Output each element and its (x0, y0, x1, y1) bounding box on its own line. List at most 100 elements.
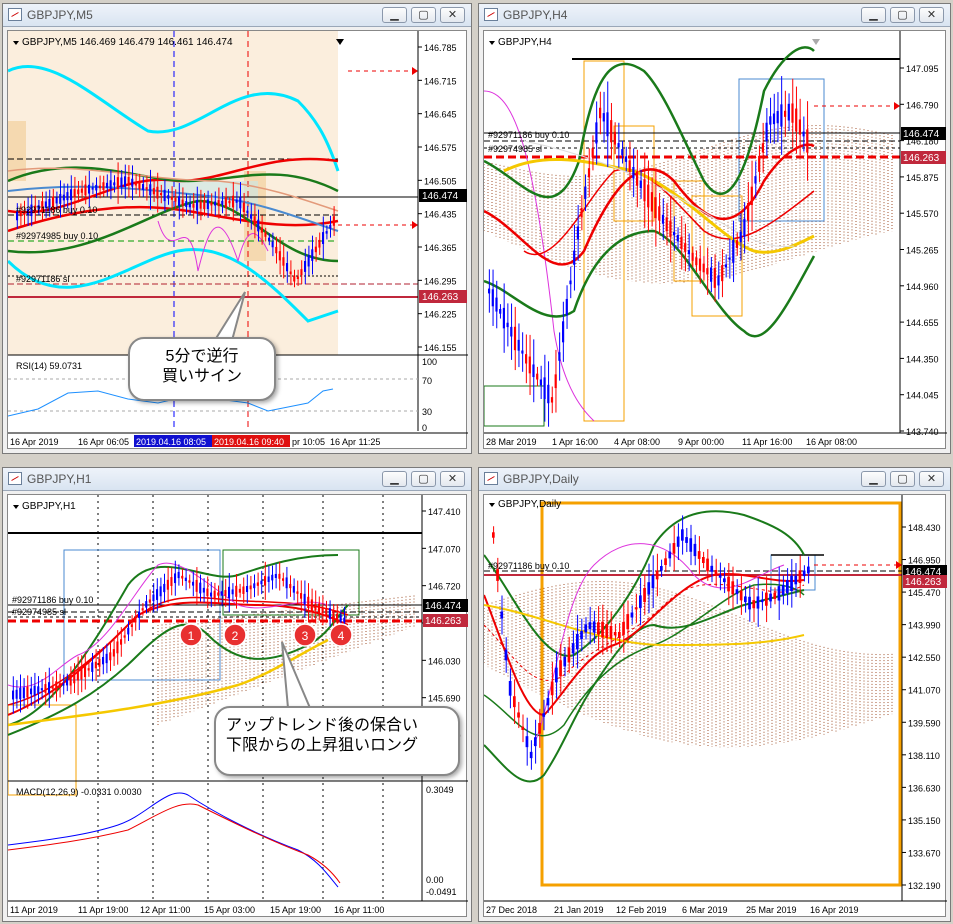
window-h1[interactable]: GBPJPY,H1 ▁ ▢ ✕ 1 2 3 4 147.410 147.070 … (2, 467, 472, 922)
price-tick-label: 136.630 (908, 783, 941, 793)
candle-body (714, 569, 718, 576)
time-label-2: 21 Jan 2019 (554, 905, 604, 915)
close-button[interactable]: ✕ (919, 471, 944, 487)
time-label-6: 16 Apr 2019 (810, 905, 859, 915)
candle-body (624, 156, 628, 162)
candle-body (613, 131, 616, 145)
candle-body (609, 626, 613, 639)
candle-body (554, 374, 557, 389)
candle-body (710, 267, 713, 282)
close-button[interactable]: ✕ (440, 471, 465, 487)
time-label-1: 27 Dec 2018 (486, 905, 537, 915)
candle-body (84, 184, 87, 196)
candle-body (224, 590, 227, 596)
maximize-button[interactable]: ▢ (890, 7, 915, 23)
candle-body (772, 113, 776, 125)
order-label-1: #92971186 buy 0.10 (12, 595, 93, 605)
minimize-button[interactable]: ▁ (861, 471, 886, 487)
macd-level-top: 0.3049 (426, 785, 454, 795)
candle-body (73, 672, 76, 684)
candle-body (278, 573, 281, 579)
candle-body (735, 240, 739, 248)
current-price: 146.474 (425, 601, 462, 612)
candle-body (73, 189, 76, 198)
candle-body (521, 726, 525, 730)
candle-body (517, 712, 520, 718)
candle-body (26, 686, 29, 698)
candle-body (332, 610, 335, 620)
candle-body (264, 232, 267, 237)
time-label-5: 11 Apr 16:00 (742, 437, 792, 447)
candle-body (765, 592, 768, 606)
candle-body (321, 607, 324, 613)
time-label-5: 25 Mar 2019 (746, 905, 797, 915)
titlebar-h1[interactable]: GBPJPY,H1 ▁ ▢ ✕ (3, 468, 471, 491)
candle-body (806, 129, 809, 153)
candle-body (754, 176, 757, 184)
candle-body (748, 596, 751, 610)
price-tick-label: 132.190 (908, 881, 941, 891)
price-tick-label: 146.030 (428, 656, 461, 666)
candle-body (274, 573, 277, 578)
time-label-2: 16 Apr 06:05 (78, 437, 129, 447)
minimize-button[interactable]: ▁ (382, 7, 407, 23)
minimize-button[interactable]: ▁ (382, 471, 407, 487)
chart-area-daily[interactable]: 148.430 146.950 145.470 143.990 142.550 141.0… (483, 494, 947, 917)
candle-body (488, 288, 491, 294)
candle-body (120, 177, 123, 188)
titlebar-m5[interactable]: GBPJPY,M5 ▁ ▢ ✕ (3, 4, 471, 27)
candle-body (639, 180, 642, 189)
candle-body (529, 751, 533, 759)
candle-body (599, 107, 602, 119)
candle-body (573, 250, 576, 265)
candle-body (58, 683, 61, 688)
price-tick-label: 135.150 (908, 816, 941, 826)
candle-body (727, 576, 730, 592)
candle-body (639, 595, 642, 608)
candle-body (592, 621, 596, 633)
bubble-tail-h1 (281, 641, 312, 709)
maximize-button[interactable]: ▢ (411, 471, 436, 487)
candle-body (30, 688, 33, 695)
maximize-button[interactable]: ▢ (411, 7, 436, 23)
chart-area-h4[interactable]: 147.095 146.790 146.180 145.875 145.570 145.2… (483, 30, 947, 449)
titlebar-daily[interactable]: GBPJPY,Daily ▁ ▢ ✕ (479, 468, 950, 491)
candle-body (192, 581, 195, 586)
candle-body (332, 216, 335, 226)
candle-body (691, 252, 694, 261)
window-daily[interactable]: GBPJPY,Daily ▁ ▢ ✕ 148.430146.950145.4 (478, 467, 951, 922)
candle-body (761, 143, 764, 153)
close-button[interactable]: ✕ (440, 7, 465, 23)
candle-body (807, 566, 810, 574)
close-button[interactable]: ✕ (919, 7, 944, 23)
candle-body (668, 551, 672, 559)
candle-body (124, 176, 127, 187)
candle-body (307, 255, 310, 267)
candle-body (563, 656, 567, 667)
candle-body (145, 601, 148, 608)
chart-info: GBPJPY,H1 (22, 501, 76, 512)
candle-body (606, 112, 609, 137)
time-label-6: 16 Apr 08:00 (806, 437, 857, 447)
candle-body (777, 586, 781, 601)
candle-body (318, 239, 321, 248)
maximize-button[interactable]: ▢ (890, 471, 915, 487)
level-price: 146.263 (903, 153, 940, 164)
h4-price-axis[interactable]: 147.095146.790146.180145.875145.570145.2… (900, 64, 939, 437)
candle-body (655, 570, 659, 580)
candle-body (538, 722, 541, 734)
minimize-button[interactable]: ▁ (861, 7, 886, 23)
candle-body (214, 201, 217, 206)
candle-body (558, 352, 561, 361)
time-marker-blue: 2019.04.16 08:05 (136, 437, 206, 447)
candle-body (166, 579, 169, 590)
candle-body (626, 614, 630, 630)
candle-body (177, 571, 180, 579)
candle-body (643, 587, 646, 603)
candle-body (546, 697, 550, 706)
titlebar-h4[interactable]: GBPJPY,H4 ▁ ▢ ✕ (479, 4, 950, 27)
level-price: 146.263 (422, 292, 459, 303)
window-h4[interactable]: GBPJPY,H4 ▁ ▢ ✕ 147.095 146.790 146.180 … (478, 3, 951, 454)
price-tick-label: 143.740 (906, 427, 939, 437)
macd-label: MACD(12,26,9) -0.0331 0.0030 (16, 787, 142, 797)
